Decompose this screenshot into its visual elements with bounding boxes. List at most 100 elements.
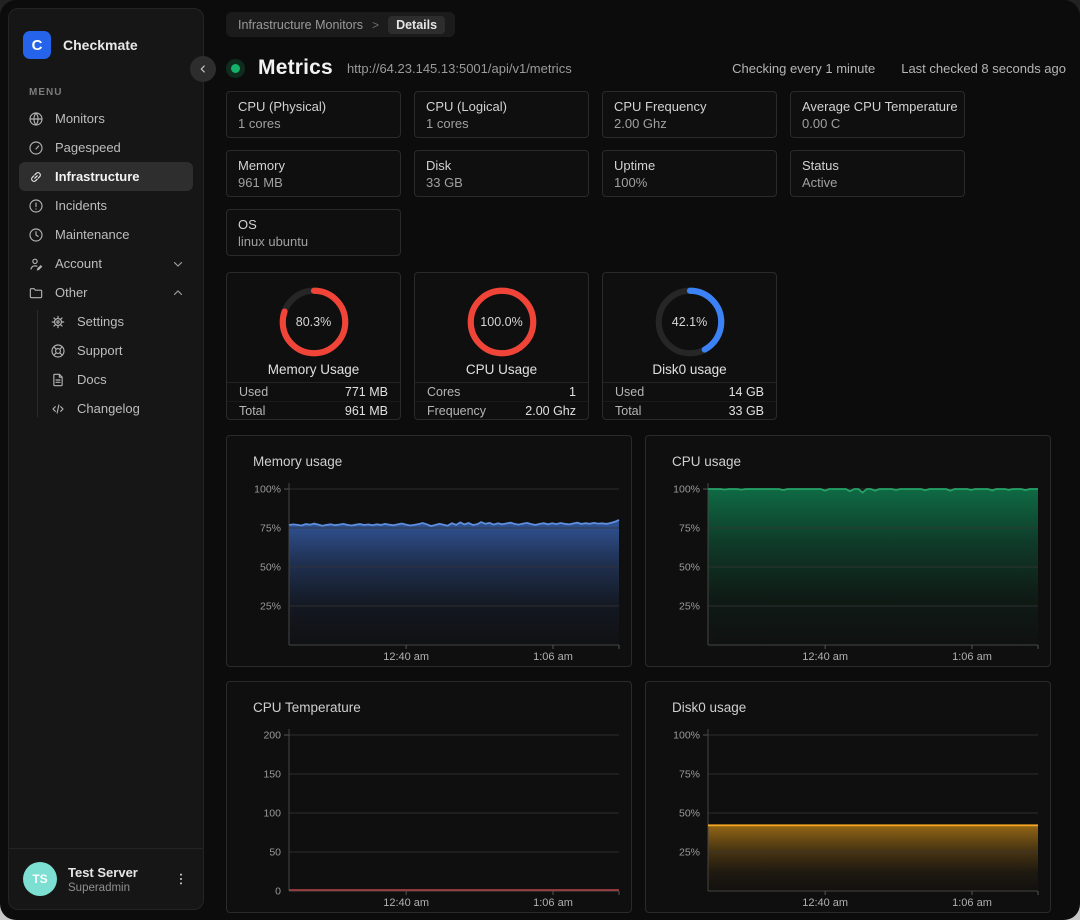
- svg-text:0: 0: [275, 886, 281, 898]
- charts-grid: Memory usage 100% 75% 50% 25% 12:40 am 1:06 a…: [226, 435, 1051, 913]
- check-interval: Checking every 1 minute: [732, 60, 876, 76]
- status-dot-icon: [226, 58, 245, 78]
- sidebar-item-support[interactable]: Support: [37, 336, 193, 365]
- svg-text:75%: 75%: [679, 523, 700, 535]
- user-icon: [27, 255, 44, 272]
- cpu-temperature-chart: 200 150 100 50 0 12:40 am 1:06 am: [263, 729, 620, 909]
- breadcrumb: Infrastructure Monitors > Details: [226, 12, 456, 37]
- svg-text:50: 50: [269, 847, 281, 859]
- svg-text:12:40 am: 12:40 am: [802, 651, 848, 663]
- link-icon: [27, 168, 44, 185]
- svg-text:200: 200: [263, 730, 281, 742]
- sidebar-item-infrastructure[interactable]: Infrastructure: [19, 162, 193, 191]
- sidebar-item-account[interactable]: Account: [19, 249, 193, 278]
- last-checked: Last checked 8 seconds ago: [901, 60, 1066, 76]
- breadcrumb-separator: >: [372, 17, 380, 32]
- svg-text:100: 100: [263, 808, 281, 820]
- user-info: Test Server Superadmin: [68, 865, 173, 894]
- info-card-memory: Memory 961 MB: [226, 150, 401, 197]
- check-status: Checking every 1 minute Last checked 8 s…: [732, 61, 1066, 76]
- svg-text:100%: 100%: [673, 484, 700, 496]
- info-card-cpu-frequency: CPU Frequency 2.00 Ghz: [602, 91, 777, 138]
- breadcrumb-parent[interactable]: Infrastructure Monitors: [238, 18, 363, 32]
- info-card-uptime: Uptime 100%: [602, 150, 777, 197]
- main-content: Infrastructure Monitors > Details Metric…: [226, 12, 1066, 913]
- info-card-grid: CPU (Physical) 1 cores CPU (Logical) 1 cor…: [226, 91, 1051, 256]
- lifebuoy-icon: [49, 342, 66, 359]
- svg-text:50%: 50%: [679, 562, 700, 574]
- info-card-cpu-logical: CPU (Logical) 1 cores: [414, 91, 589, 138]
- clock-icon: [27, 226, 44, 243]
- app-logo[interactable]: C: [23, 31, 51, 59]
- cpu-usage-chart: 100% 75% 50% 25% 12:40 am 1:06 am: [673, 483, 1039, 663]
- sidebar-item-pagespeed[interactable]: Pagespeed: [19, 133, 193, 162]
- sidebar-nav: Monitors Pagespeed Infrastructure Incide…: [9, 104, 203, 423]
- user-menu[interactable]: TS Test Server Superadmin: [9, 848, 203, 909]
- folder-icon: [27, 284, 44, 301]
- memory-usage-gauge: 80.3%: [277, 285, 351, 359]
- sidebar-item-monitors[interactable]: Monitors: [19, 104, 193, 133]
- gauge-card-disk0-usage: 42.1% Disk0 usage Used 14 GB Total 33 GB: [602, 272, 777, 420]
- chart-card-memory-usage: Memory usage 100% 75% 50% 25% 12:40 am 1:06 a…: [226, 435, 632, 667]
- breadcrumb-current: Details: [388, 15, 446, 34]
- sidebar-item-other[interactable]: Other: [19, 278, 193, 307]
- avatar-initials: TS: [32, 872, 48, 886]
- gauge-card-memory-usage: 80.3% Memory Usage Used 771 MB Total 961 M…: [226, 272, 401, 420]
- info-card-status: Status Active: [790, 150, 965, 197]
- chart-card-disk0-usage: Disk0 usage 100% 75% 50% 25% 12:40 am 1:06 am: [645, 681, 1051, 913]
- document-icon: [49, 371, 66, 388]
- menu-section-label: MENU: [29, 87, 63, 98]
- sidebar-collapse-button[interactable]: [190, 56, 216, 82]
- svg-text:12:40 am: 12:40 am: [802, 897, 848, 909]
- user-role: Superadmin: [68, 881, 131, 894]
- svg-text:25%: 25%: [679, 847, 700, 859]
- gear-icon: [49, 313, 66, 330]
- svg-text:100%: 100%: [254, 484, 281, 496]
- info-card-cpu-physical: CPU (Physical) 1 cores: [226, 91, 401, 138]
- svg-text:12:40 am: 12:40 am: [383, 651, 429, 663]
- sidebar-item-docs[interactable]: Docs: [37, 365, 193, 394]
- gauge-stat-row: Frequency 2.00 Ghz: [415, 401, 588, 418]
- user-name: Test Server: [68, 864, 138, 880]
- desktop-background: C Checkmate MENU Monitors Pagespeed Infr…: [0, 0, 1080, 920]
- sidebar-item-settings[interactable]: Settings: [37, 307, 193, 336]
- gauge-card-row: 80.3% Memory Usage Used 771 MB Total 961 M…: [226, 272, 1051, 420]
- chart-card-cpu-temperature: CPU Temperature 200 150 100 50 0 12:40 am 1:06…: [226, 681, 632, 913]
- info-card-os: OS linux ubuntu: [226, 209, 401, 256]
- page-title: Metrics: [258, 56, 333, 79]
- app-window: C Checkmate MENU Monitors Pagespeed Infr…: [0, 0, 1080, 920]
- svg-text:25%: 25%: [679, 601, 700, 613]
- info-card-disk: Disk 33 GB: [414, 150, 589, 197]
- monitor-url: http://64.23.145.13:5001/api/v1/metrics: [346, 60, 572, 76]
- svg-text:150: 150: [263, 769, 281, 781]
- sidebar-item-incidents[interactable]: Incidents: [19, 191, 193, 220]
- kebab-menu-icon[interactable]: [173, 871, 189, 887]
- code-icon: [49, 400, 66, 417]
- svg-text:50%: 50%: [679, 808, 700, 820]
- globe-icon: [27, 110, 44, 127]
- svg-text:75%: 75%: [260, 523, 281, 535]
- gauge-stat-row: Total 33 GB: [603, 401, 776, 418]
- svg-text:75%: 75%: [679, 769, 700, 781]
- app-logo-row: C Checkmate: [9, 9, 203, 59]
- sidebar-item-changelog[interactable]: Changelog: [37, 394, 193, 423]
- cpu-usage-gauge: 100.0%: [465, 285, 539, 359]
- svg-text:100%: 100%: [673, 730, 700, 742]
- svg-text:50%: 50%: [260, 562, 281, 574]
- gauge-stat-row: Used 771 MB: [239, 385, 388, 399]
- sidebar-item-maintenance[interactable]: Maintenance: [19, 220, 193, 249]
- chevron-up-icon: [171, 286, 185, 300]
- svg-text:1:06 am: 1:06 am: [533, 651, 573, 663]
- chevron-down-icon: [171, 257, 185, 271]
- svg-text:12:40 am: 12:40 am: [383, 897, 429, 909]
- gauge-stat-row: Total 961 MB: [227, 401, 400, 418]
- avatar: TS: [23, 862, 57, 896]
- svg-text:1:06 am: 1:06 am: [533, 897, 573, 909]
- memory-usage-chart: 100% 75% 50% 25% 12:40 am 1:06 am: [254, 483, 620, 663]
- svg-text:1:06 am: 1:06 am: [952, 897, 992, 909]
- speedometer-icon: [27, 139, 44, 156]
- app-name: Checkmate: [63, 37, 138, 53]
- gauge-stat-row: Used 14 GB: [615, 385, 764, 399]
- svg-text:1:06 am: 1:06 am: [952, 651, 992, 663]
- logo-letter: C: [31, 36, 43, 54]
